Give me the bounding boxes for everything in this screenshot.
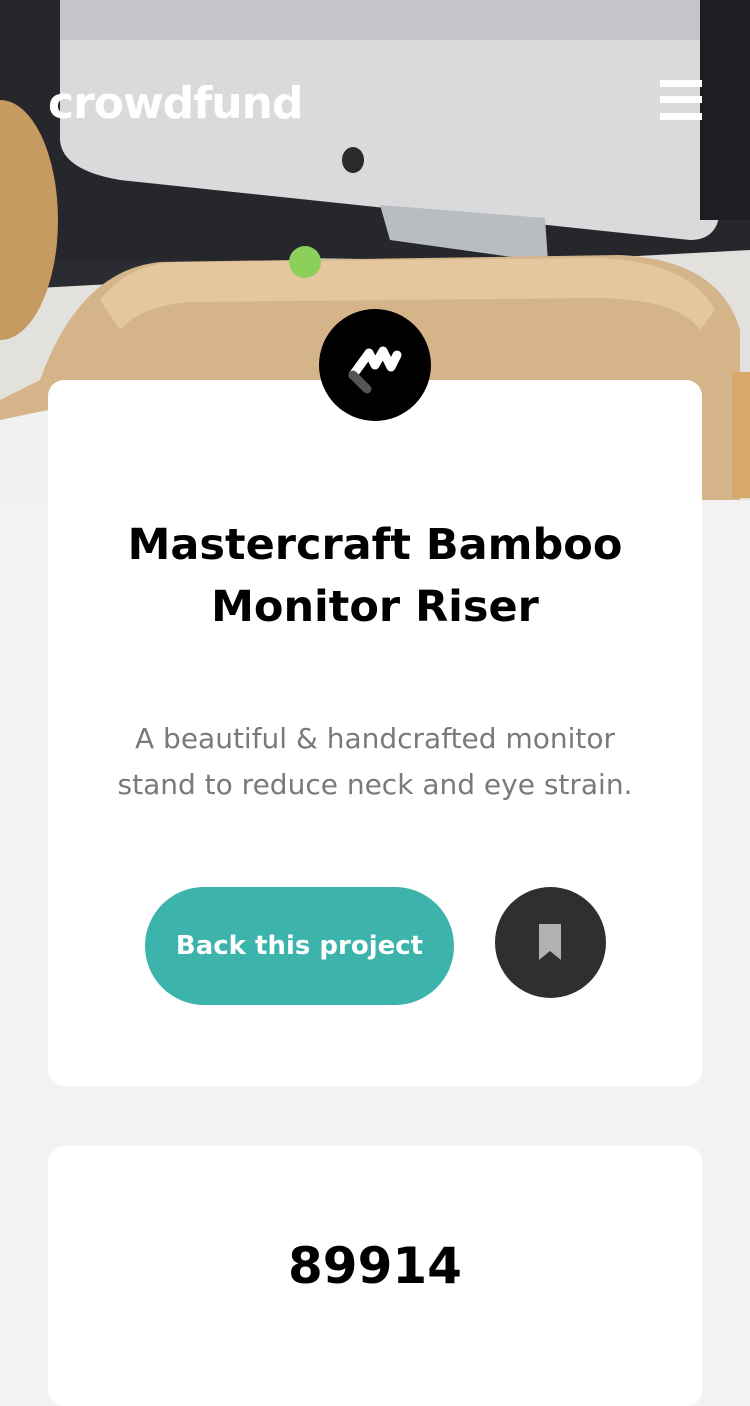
project-title: Mastercraft Bamboo Monitor Riser xyxy=(48,514,702,638)
back-project-button[interactable]: Back this project xyxy=(145,887,454,1005)
project-title-line-1: Mastercraft Bamboo xyxy=(127,520,623,570)
brand-logo[interactable]: crowdfund xyxy=(48,76,303,132)
project-description: A beautiful & handcrafted monitor stand … xyxy=(117,722,633,801)
hamburger-icon[interactable] xyxy=(660,80,702,120)
project-title-line-2: Monitor Riser xyxy=(211,582,539,632)
bookmark-icon xyxy=(539,924,561,960)
stats-card: 89914 xyxy=(48,1146,702,1406)
amount-backed: 89914 xyxy=(288,1237,462,1295)
project-card: Mastercraft Bamboo Monitor Riser A beaut… xyxy=(48,380,702,1086)
mastercraft-logo-icon xyxy=(319,309,431,421)
bookmark-button[interactable] xyxy=(495,887,606,998)
